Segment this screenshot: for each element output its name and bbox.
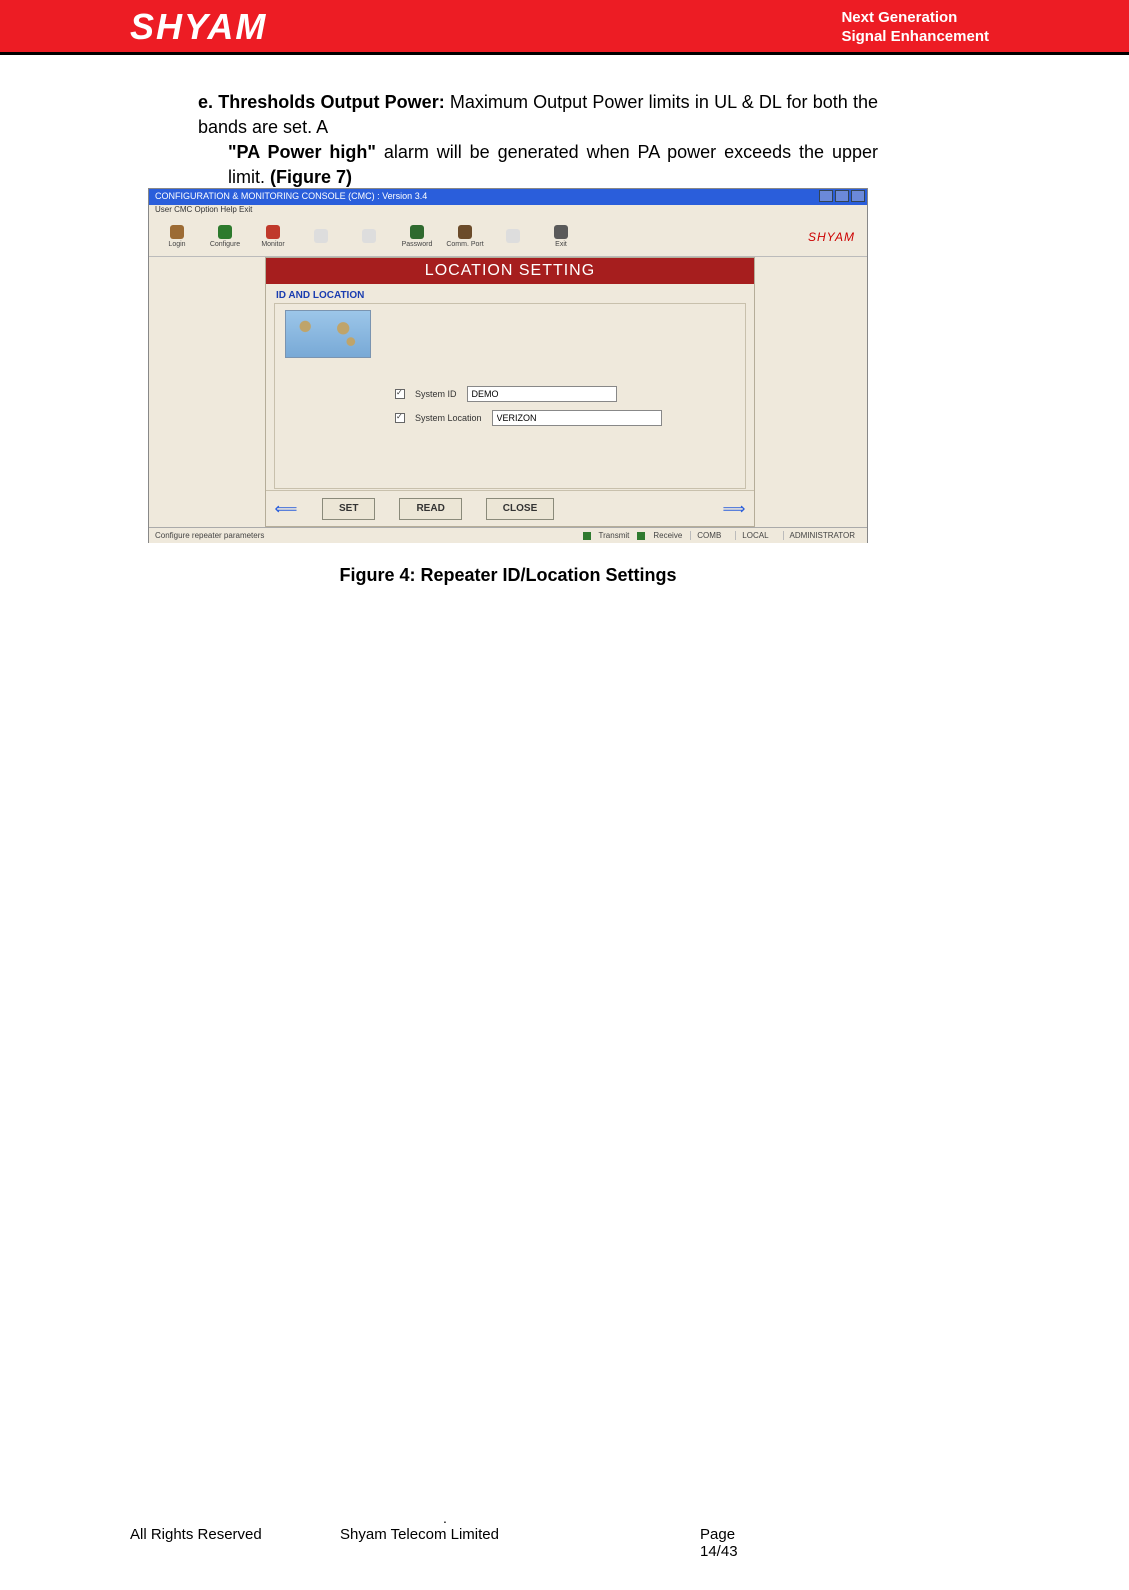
- footer-page-label: Page: [700, 1526, 900, 1543]
- prev-arrow-icon[interactable]: ⟸: [274, 499, 298, 519]
- panel-title: LOCATION SETTING: [266, 258, 754, 284]
- threshold-paragraph: e. Thresholds Output Power: Maximum Outp…: [198, 90, 878, 190]
- para-alarm: "PA Power high": [228, 142, 376, 162]
- system-id-input[interactable]: [467, 386, 617, 402]
- minimize-icon[interactable]: [819, 190, 833, 202]
- para-label: e. Thresholds Output Power:: [198, 92, 445, 112]
- status-tx: Transmit: [599, 531, 630, 540]
- tagline-line1: Next Generation: [841, 8, 989, 27]
- work-area: LOCATION SETTING ID AND LOCATION System …: [149, 257, 867, 527]
- location-panel: LOCATION SETTING ID AND LOCATION System …: [265, 257, 755, 527]
- tx-led-icon: [583, 532, 591, 540]
- status-role: ADMINISTRATOR: [783, 531, 861, 540]
- footer-dot: .: [340, 1510, 550, 1526]
- blank-icon: [506, 229, 520, 243]
- brand-logo: SHYAM: [130, 6, 267, 48]
- system-location-input[interactable]: [492, 410, 662, 426]
- toolbar-commport[interactable]: Comm. Port: [441, 219, 489, 255]
- toolbar: Login Configure Monitor Password Comm. P…: [149, 217, 867, 257]
- password-icon: [410, 225, 424, 239]
- window-titlebar: CONFIGURATION & MONITORING CONSOLE (CMC)…: [149, 189, 867, 205]
- footer-page-number: 14/43: [700, 1543, 900, 1560]
- toolbar-configure[interactable]: Configure: [201, 219, 249, 255]
- system-location-label: System Location: [415, 413, 482, 423]
- status-mode: COMB: [690, 531, 727, 540]
- page-header: SHYAM Next Generation Signal Enhancement: [0, 0, 1129, 55]
- login-icon: [170, 225, 184, 239]
- world-map-icon[interactable]: [285, 310, 371, 358]
- system-location-checkbox[interactable]: [395, 413, 405, 423]
- toolbar-configure-label: Configure: [210, 241, 240, 248]
- rx-led-icon: [637, 532, 645, 540]
- configure-icon: [218, 225, 232, 239]
- set-button[interactable]: SET: [322, 498, 375, 520]
- footer-company: Shyam Telecom Limited: [340, 1526, 700, 1560]
- toolbar-exit-label: Exit: [555, 241, 567, 248]
- window-title: CONFIGURATION & MONITORING CONSOLE (CMC)…: [155, 191, 427, 201]
- panel-buttons: ⟸ SET READ CLOSE ⟹: [266, 490, 754, 526]
- toolbar-blank3: [489, 219, 537, 255]
- header-tagline: Next Generation Signal Enhancement: [841, 8, 989, 46]
- toolbar-commport-label: Comm. Port: [446, 241, 483, 248]
- section-label: ID AND LOCATION: [266, 284, 754, 303]
- status-bar: Configure repeater parameters Transmit R…: [149, 527, 867, 543]
- toolbar-exit[interactable]: Exit: [537, 219, 585, 255]
- status-rx: Receive: [653, 531, 682, 540]
- menu-bar[interactable]: User CMC Option Help Exit: [149, 205, 867, 217]
- toolbar-monitor-label: Monitor: [261, 241, 284, 248]
- toolbar-password-label: Password: [402, 241, 433, 248]
- blank-icon: [314, 229, 328, 243]
- commport-icon: [458, 225, 472, 239]
- toolbar-blank2: [345, 219, 393, 255]
- page-footer: . All Rights Reserved Shyam Telecom Limi…: [130, 1510, 900, 1560]
- app-screenshot: CONFIGURATION & MONITORING CONSOLE (CMC)…: [148, 188, 868, 543]
- read-button[interactable]: READ: [399, 498, 461, 520]
- close-window-icon[interactable]: [851, 190, 865, 202]
- toolbar-login[interactable]: Login: [153, 219, 201, 255]
- toolbar-blank1: [297, 219, 345, 255]
- system-id-label: System ID: [415, 389, 457, 399]
- close-button[interactable]: CLOSE: [486, 498, 554, 520]
- toolbar-monitor[interactable]: Monitor: [249, 219, 297, 255]
- system-id-checkbox[interactable]: [395, 389, 405, 399]
- blank-icon: [362, 229, 376, 243]
- monitor-icon: [266, 225, 280, 239]
- exit-icon: [554, 225, 568, 239]
- footer-rights: All Rights Reserved: [130, 1526, 340, 1560]
- toolbar-password[interactable]: Password: [393, 219, 441, 255]
- window-buttons: [819, 190, 865, 202]
- maximize-icon[interactable]: [835, 190, 849, 202]
- toolbar-brand: SHYAM: [808, 230, 863, 244]
- para-figref: (Figure 7): [270, 167, 352, 187]
- next-arrow-icon[interactable]: ⟹: [722, 499, 746, 519]
- status-message: Configure repeater parameters: [155, 531, 264, 540]
- figure-caption: Figure 4: Repeater ID/Location Settings: [148, 565, 868, 586]
- tagline-line2: Signal Enhancement: [841, 27, 989, 46]
- section-body: System ID System Location: [274, 303, 746, 489]
- status-conn: LOCAL: [735, 531, 774, 540]
- toolbar-login-label: Login: [168, 241, 185, 248]
